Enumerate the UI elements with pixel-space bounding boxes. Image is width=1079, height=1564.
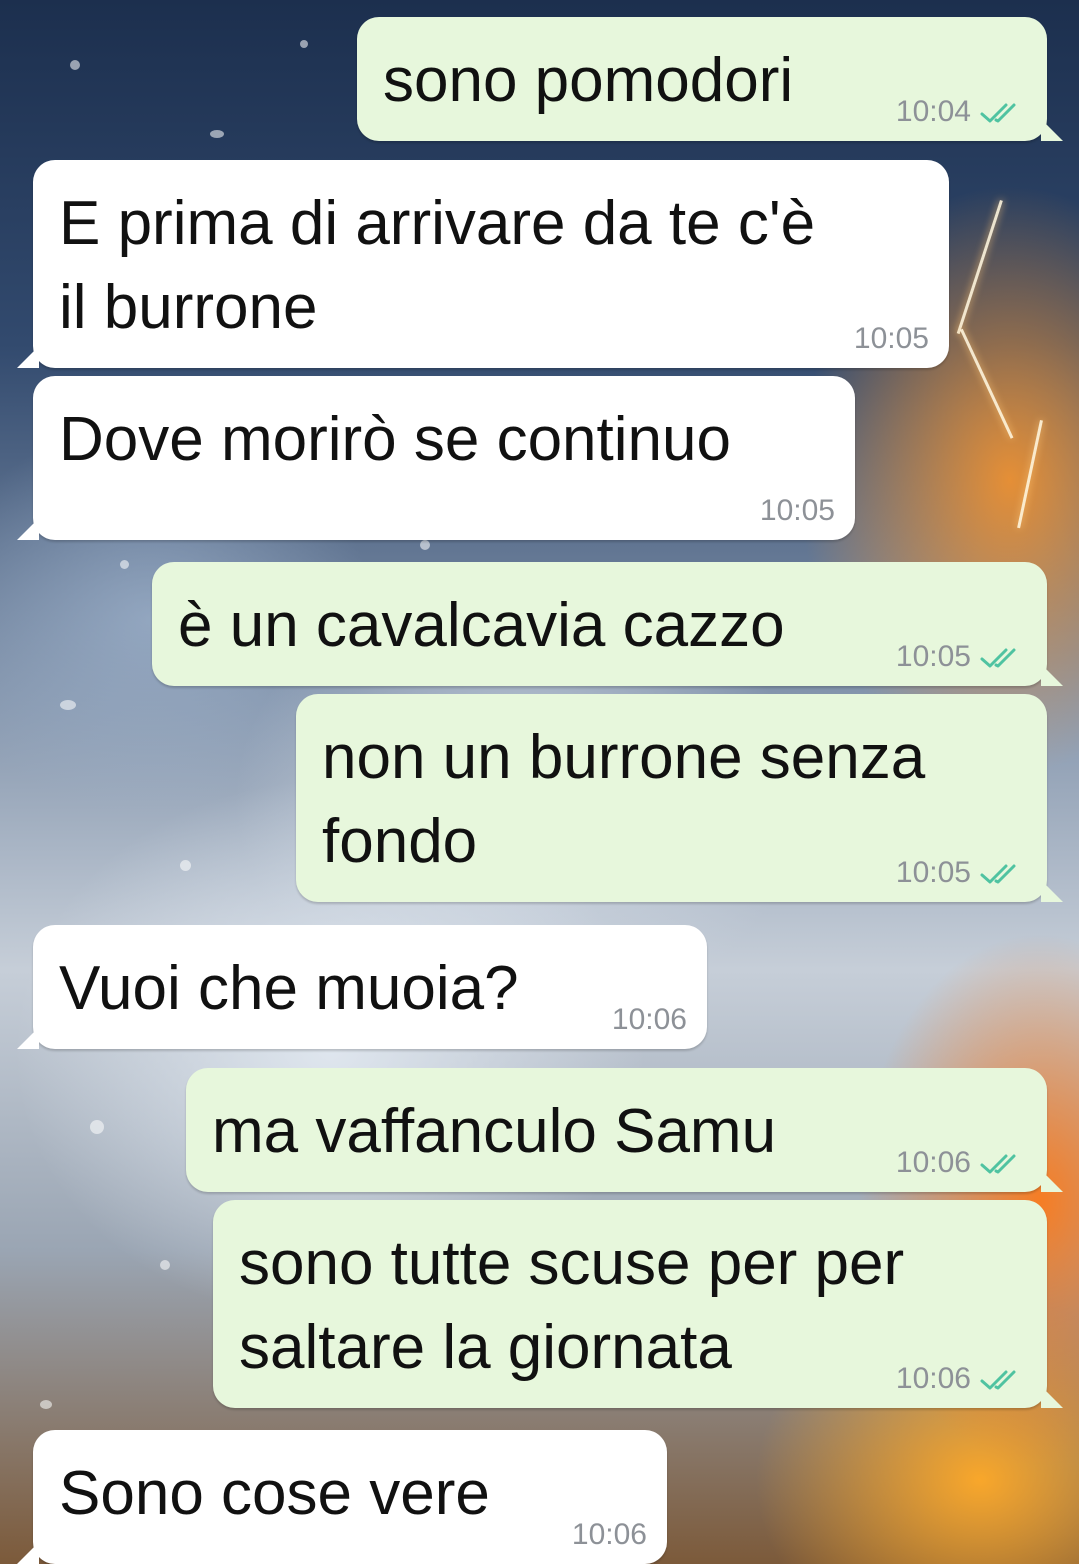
- outgoing-message-bubble[interactable]: è un cavalcavia cazzo 10:05: [152, 562, 1063, 686]
- message-text: Sono cose vere: [59, 1459, 490, 1528]
- message-text: il burrone: [59, 273, 318, 342]
- message-timestamp: 10:05: [895, 856, 971, 889]
- bubble-tail: [1041, 664, 1063, 686]
- message-text: fondo: [322, 807, 478, 876]
- double-check-icon: [980, 103, 1016, 123]
- bubble-tail: [1041, 119, 1063, 141]
- incoming-message-bubble[interactable]: Vuoi che muoia? 10:06: [17, 925, 707, 1049]
- message-timestamp: 10:06: [611, 1003, 687, 1036]
- bubble-tail: [1041, 880, 1063, 902]
- message-timestamp: 10:06: [895, 1362, 971, 1395]
- message-text: ma vaffanculo Samu: [212, 1097, 777, 1166]
- double-check-icon: [980, 864, 1016, 884]
- message-timestamp: 10:04: [895, 95, 971, 128]
- message-text: è un cavalcavia cazzo: [178, 591, 785, 660]
- message-text: Dove morirò se continuo: [59, 405, 731, 474]
- outgoing-message-bubble[interactable]: sono tutte scuse per per saltare la giorn…: [213, 1200, 1063, 1408]
- message-text: E prima di arrivare da te c'è: [59, 189, 816, 258]
- outgoing-message-bubble[interactable]: non un burrone senza fondo 10:05: [296, 694, 1063, 902]
- message-timestamp: 10:06: [895, 1146, 971, 1179]
- bubble-tail: [17, 1542, 39, 1564]
- incoming-message-bubble[interactable]: E prima di arrivare da te c'è il burrone 1…: [17, 160, 949, 368]
- outgoing-message-bubble[interactable]: sono pomodori 10:04: [357, 17, 1063, 141]
- message-text: non un burrone senza: [322, 723, 926, 792]
- message-timestamp: 10:05: [759, 494, 835, 527]
- incoming-message-bubble[interactable]: Dove morirò se continuo 10:05: [17, 376, 855, 540]
- bubble-tail: [17, 1027, 39, 1049]
- bubble-tail: [1041, 1170, 1063, 1192]
- outgoing-message-bubble[interactable]: ma vaffanculo Samu 10:06: [186, 1068, 1063, 1192]
- incoming-message-bubble[interactable]: Sono cose vere 10:06: [17, 1430, 667, 1564]
- message-text: saltare la giornata: [239, 1313, 732, 1382]
- bubble-tail: [1041, 1386, 1063, 1408]
- message-text: sono pomodori: [383, 46, 794, 115]
- double-check-icon: [980, 1370, 1016, 1390]
- bubble-tail: [17, 518, 39, 540]
- message-text: Vuoi che muoia?: [59, 954, 519, 1023]
- message-timestamp: 10:06: [571, 1518, 647, 1551]
- message-timestamp: 10:05: [853, 322, 929, 355]
- double-check-icon: [980, 648, 1016, 668]
- double-check-icon: [980, 1154, 1016, 1174]
- message-text: sono tutte scuse per per: [239, 1229, 905, 1298]
- message-timestamp: 10:05: [895, 640, 971, 673]
- bubble-tail: [17, 346, 39, 368]
